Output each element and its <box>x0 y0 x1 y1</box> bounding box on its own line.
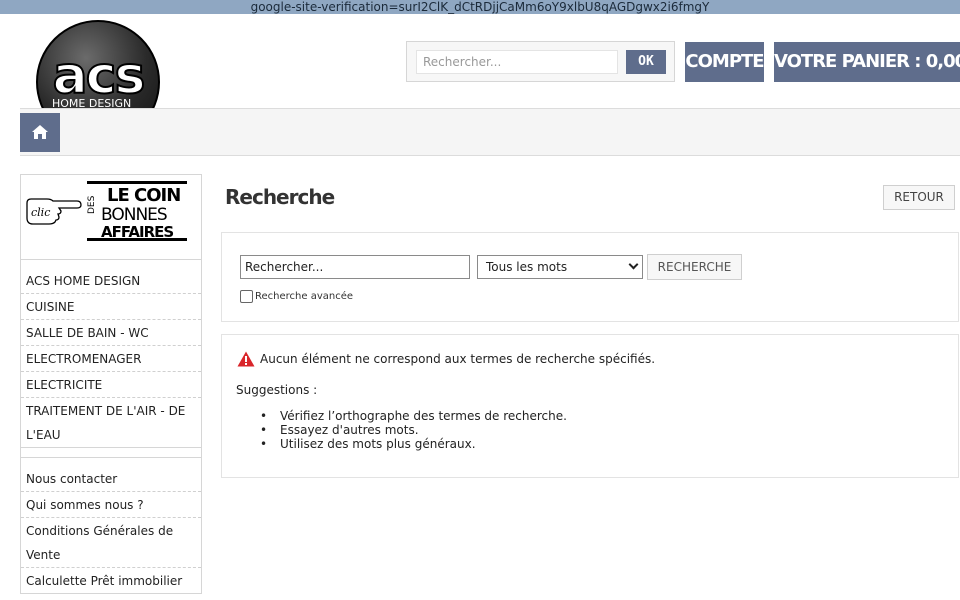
account-button[interactable]: COMPTE <box>685 42 765 82</box>
category-item[interactable]: ACS HOME DESIGN <box>21 268 201 294</box>
cart-button[interactable]: VOTRE PANIER : 0,00 € <box>774 42 960 82</box>
search-results-panel: Aucun élément ne correspond aux termes d… <box>221 334 959 478</box>
info-links-menu: Nous contacter Qui sommes nous ? Conditi… <box>20 458 202 594</box>
search-form-panel: Rechercher... Tous les mots RECHERCHE Re… <box>221 232 959 322</box>
page-title: Recherche <box>225 185 335 209</box>
promo-line2: BONNES <box>101 205 168 225</box>
acs-logo[interactable]: acs HOME DESIGN <box>36 20 160 108</box>
promo-hand-text: clic <box>31 206 50 219</box>
category-item[interactable]: ELECTRICITE <box>21 372 201 398</box>
category-item[interactable]: ELECTROMENAGER <box>21 346 201 372</box>
home-button[interactable] <box>20 113 60 152</box>
info-link[interactable]: Calculette Prêt immobilier <box>21 568 201 593</box>
header-search: Rechercher... OK <box>406 41 675 82</box>
no-results-message: Aucun élément ne correspond aux termes d… <box>260 352 656 366</box>
sidebar: clic LE COIN DES BONNES AFFAIRES ACS HOM… <box>20 174 202 594</box>
search-mode-select[interactable]: Tous les mots <box>477 255 643 279</box>
search-submit-button[interactable]: RECHERCHE <box>647 254 742 280</box>
promo-title: LE COIN DES BONNES AFFAIRES <box>87 181 187 241</box>
info-link[interactable]: Conditions Générales de Vente <box>21 518 201 568</box>
menu-separator <box>20 448 202 458</box>
logo-subtitle: HOME DESIGN <box>52 97 132 109</box>
advanced-search-label[interactable]: Recherche avancée <box>255 290 353 303</box>
header-search-ok-button[interactable]: OK <box>626 50 666 74</box>
advanced-search-checkbox[interactable] <box>240 290 253 303</box>
info-link[interactable]: Qui sommes nous ? <box>21 492 201 518</box>
info-link[interactable]: Nous contacter <box>21 466 201 492</box>
warning-icon <box>237 351 255 367</box>
suggestions-list: Vérifiez l’orthographe des termes de rec… <box>260 409 567 451</box>
pointing-hand-icon: clic <box>26 198 82 225</box>
category-menu: ACS HOME DESIGN CUISINE SALLE DE BAIN - … <box>20 260 202 448</box>
category-item[interactable]: SALLE DE BAIN - WC <box>21 320 201 346</box>
promo-bonnes-affaires[interactable]: clic LE COIN DES BONNES AFFAIRES <box>20 174 202 260</box>
suggestions-title: Suggestions : <box>236 383 318 397</box>
header-search-input[interactable]: Rechercher... <box>416 50 618 74</box>
search-query-input[interactable]: Rechercher... <box>240 255 470 279</box>
main-nav-bar <box>20 108 960 156</box>
suggestion-item: Utilisez des mots plus généraux. <box>260 437 567 451</box>
promo-line1: LE COIN <box>107 185 181 206</box>
back-button[interactable]: RETOUR <box>883 185 955 210</box>
suggestion-item: Essayez d'autres mots. <box>260 423 567 437</box>
promo-line2-small: DES <box>87 195 97 214</box>
site-verification-bar: google-site-verification=surI2ClK_dCtRDj… <box>0 0 960 14</box>
category-item[interactable]: CUISINE <box>21 294 201 320</box>
home-icon <box>32 125 48 139</box>
logo-text: acs <box>52 46 147 106</box>
category-item[interactable]: TRAITEMENT DE L'AIR - DE L'EAU <box>21 398 201 447</box>
search-mode-value: Tous les mots <box>486 260 568 274</box>
promo-line3: AFFAIRES <box>101 223 174 241</box>
chevron-down-icon <box>628 259 639 270</box>
suggestion-item: Vérifiez l’orthographe des termes de rec… <box>260 409 567 423</box>
